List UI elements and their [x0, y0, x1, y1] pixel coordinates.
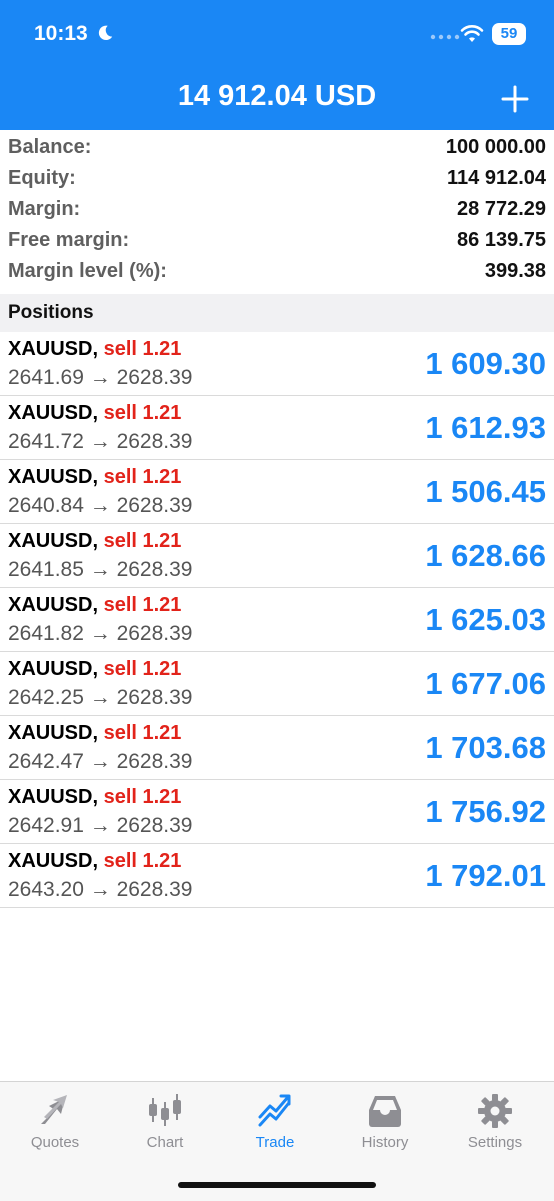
- position-side: sell 1.21: [103, 658, 182, 680]
- position-row[interactable]: XAUUSD, sell 1.21 2642.25 → 2628.39 1 67…: [0, 652, 554, 716]
- position-prices: 2642.47 → 2628.39: [8, 750, 193, 773]
- summary-row-margin: Margin: 28 772.29: [0, 192, 554, 223]
- home-indicator: [178, 1182, 376, 1188]
- position-header: XAUUSD, sell 1.21: [8, 402, 181, 425]
- tab-label: Quotes: [30, 1134, 80, 1151]
- position-header: XAUUSD, sell 1.21: [8, 594, 181, 617]
- positions-section-header: Positions: [0, 294, 554, 332]
- tab-history[interactable]: History: [330, 1092, 440, 1162]
- trade-icon: [258, 1094, 291, 1127]
- position-profit: 1 628.66: [425, 538, 546, 573]
- position-profit: 1 612.93: [425, 410, 546, 445]
- battery-indicator: 59: [492, 23, 526, 45]
- signal-dots-icon: [430, 34, 460, 40]
- summary-row-margin-level: Margin level (%): 399.38: [0, 254, 554, 285]
- position-prices: 2641.72 → 2628.39: [8, 430, 193, 453]
- position-prices: 2641.69 → 2628.39: [8, 366, 193, 389]
- position-side: sell 1.21: [103, 594, 182, 616]
- position-symbol: XAUUSD,: [8, 530, 99, 552]
- account-summary: Balance: 100 000.00 Equity: 114 912.04 M…: [0, 130, 554, 285]
- status-time: 10:13: [34, 22, 88, 45]
- summary-label: Margin level (%):: [8, 260, 167, 282]
- position-profit: 1 609.30: [425, 346, 546, 381]
- position-side: sell 1.21: [103, 786, 182, 808]
- position-symbol: XAUUSD,: [8, 402, 99, 424]
- position-profit: 1 506.45: [425, 474, 546, 509]
- position-prices: 2641.85 → 2628.39: [8, 558, 193, 581]
- positions-list: XAUUSD, sell 1.21 2641.69 → 2628.39 1 60…: [0, 332, 554, 908]
- position-row[interactable]: XAUUSD, sell 1.21 2640.84 → 2628.39 1 50…: [0, 460, 554, 524]
- position-prices: 2642.25 → 2628.39: [8, 686, 193, 709]
- position-symbol: XAUUSD,: [8, 658, 99, 680]
- summary-value: 86 139.75: [457, 229, 546, 251]
- position-profit: 1 703.68: [425, 730, 546, 765]
- position-prices: 2642.91 → 2628.39: [8, 814, 193, 837]
- position-prices: 2643.20 → 2628.39: [8, 878, 193, 901]
- tab-quotes[interactable]: Quotes: [0, 1092, 110, 1162]
- summary-label: Free margin:: [8, 229, 130, 251]
- summary-row-equity: Equity: 114 912.04: [0, 161, 554, 192]
- position-header: XAUUSD, sell 1.21: [8, 338, 181, 361]
- summary-value: 100 000.00: [445, 136, 546, 158]
- position-side: sell 1.21: [103, 530, 182, 552]
- tab-settings[interactable]: Settings: [440, 1092, 550, 1162]
- position-side: sell 1.21: [103, 850, 182, 872]
- position-row[interactable]: XAUUSD, sell 1.21 2642.47 → 2628.39 1 70…: [0, 716, 554, 780]
- position-symbol: XAUUSD,: [8, 722, 99, 744]
- summary-row-free-margin: Free margin: 86 139.75: [0, 223, 554, 254]
- position-row[interactable]: XAUUSD, sell 1.21 2641.85 → 2628.39 1 62…: [0, 524, 554, 588]
- position-header: XAUUSD, sell 1.21: [8, 530, 181, 553]
- position-header: XAUUSD, sell 1.21: [8, 466, 181, 489]
- position-header: XAUUSD, sell 1.21: [8, 786, 181, 809]
- add-order-button[interactable]: [500, 84, 530, 114]
- position-symbol: XAUUSD,: [8, 786, 99, 808]
- history-icon: [369, 1096, 401, 1127]
- position-prices: 2641.82 → 2628.39: [8, 622, 193, 645]
- position-profit: 1 756.92: [425, 794, 546, 829]
- position-row[interactable]: XAUUSD, sell 1.21 2642.91 → 2628.39 1 75…: [0, 780, 554, 844]
- position-row[interactable]: XAUUSD, sell 1.21 2643.20 → 2628.39 1 79…: [0, 844, 554, 908]
- tab-label: Settings: [467, 1134, 523, 1151]
- position-header: XAUUSD, sell 1.21: [8, 850, 181, 873]
- summary-label: Balance:: [8, 136, 92, 158]
- position-header: XAUUSD, sell 1.21: [8, 658, 181, 681]
- position-profit: 1 792.01: [425, 858, 546, 893]
- position-side: sell 1.21: [103, 402, 182, 424]
- tab-label: History: [361, 1134, 409, 1151]
- position-side: sell 1.21: [103, 722, 182, 744]
- quotes-icon: [41, 1095, 67, 1124]
- position-row[interactable]: XAUUSD, sell 1.21 2641.72 → 2628.39 1 61…: [0, 396, 554, 460]
- equity-title: 14 912.04 USD: [177, 80, 377, 112]
- position-side: sell 1.21: [103, 338, 182, 360]
- wifi-icon: [460, 25, 484, 42]
- position-profit: 1 625.03: [425, 602, 546, 637]
- position-row[interactable]: XAUUSD, sell 1.21 2641.82 → 2628.39 1 62…: [0, 588, 554, 652]
- chart-icon: [149, 1094, 181, 1126]
- position-prices: 2640.84 → 2628.39: [8, 494, 193, 517]
- tab-label: Trade: [255, 1134, 295, 1151]
- tab-chart[interactable]: Chart: [110, 1092, 220, 1162]
- position-symbol: XAUUSD,: [8, 594, 99, 616]
- tab-label: Chart: [146, 1134, 184, 1151]
- summary-label: Margin:: [8, 198, 81, 220]
- summary-label: Equity:: [8, 167, 76, 189]
- summary-value: 399.38: [484, 260, 546, 282]
- position-profit: 1 677.06: [425, 666, 546, 701]
- summary-row-balance: Balance: 100 000.00: [0, 130, 554, 161]
- summary-value: 114 912.04: [447, 167, 546, 189]
- position-side: sell 1.21: [103, 466, 182, 488]
- position-symbol: XAUUSD,: [8, 466, 99, 488]
- position-symbol: XAUUSD,: [8, 338, 99, 360]
- position-symbol: XAUUSD,: [8, 850, 99, 872]
- position-header: XAUUSD, sell 1.21: [8, 722, 181, 745]
- moon-icon: [98, 25, 113, 41]
- position-row[interactable]: XAUUSD, sell 1.21 2641.69 → 2628.39 1 60…: [0, 332, 554, 396]
- section-title: Positions: [8, 302, 94, 323]
- tab-trade[interactable]: Trade: [220, 1092, 330, 1162]
- app-header: 10:13 59 14 912.04 USD: [0, 0, 554, 130]
- summary-value: 28 772.29: [457, 198, 546, 220]
- settings-icon: [478, 1094, 512, 1128]
